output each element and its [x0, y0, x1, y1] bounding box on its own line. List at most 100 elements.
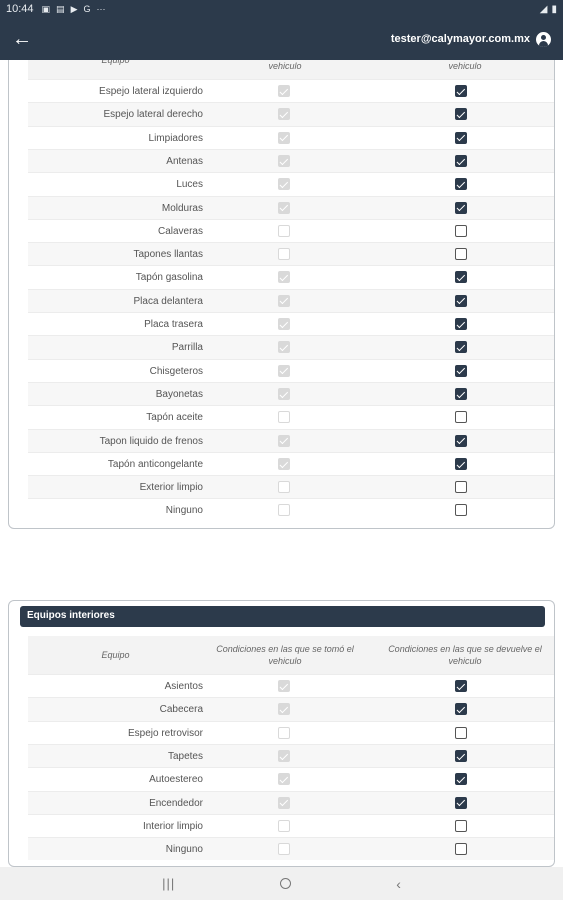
tomo-checkbox: [278, 248, 290, 261]
column-header-devuelve: Condiciones en las que se devuelve el ve…: [388, 644, 542, 666]
tomo-checkbox: [278, 843, 290, 856]
devuelve-checkbox[interactable]: [455, 481, 467, 494]
back-icon[interactable]: ‹: [396, 876, 401, 892]
table-row: Placa delantera: [28, 288, 554, 312]
table-row: Espejo lateral derecho: [28, 102, 554, 126]
tomo-checkbox: [278, 178, 290, 191]
table-row: Tapon liquido de frenos: [28, 428, 554, 452]
tomo-checkbox: [278, 481, 290, 494]
table-row: Bayonetas: [28, 381, 554, 406]
tomo-checkbox: [278, 726, 290, 739]
devuelve-checkbox[interactable]: [455, 108, 467, 121]
devuelve-checkbox[interactable]: [455, 201, 467, 214]
devuelve-checkbox[interactable]: [455, 726, 467, 739]
equipo-label: Parrilla: [171, 342, 203, 354]
user-account[interactable]: tester@calymayor.com.mx: [390, 31, 551, 47]
equipo-label: Tapones llantas: [133, 249, 204, 261]
column-header-tomo: Condiciones en las que se tomó el vehicu…: [268, 61, 302, 71]
tomo-checkbox: [278, 341, 290, 354]
equipo-label: Cabecera: [159, 704, 203, 716]
devuelve-checkbox[interactable]: [455, 504, 467, 517]
equipo-label: Antenas: [166, 155, 203, 167]
devuelve-checkbox[interactable]: [455, 773, 467, 786]
equipo-label: Exterior limpio: [139, 482, 203, 494]
devuelve-checkbox[interactable]: [455, 796, 467, 809]
table-row: Parrilla: [28, 335, 554, 359]
tomo-checkbox: [278, 819, 290, 832]
table-row: Interior limpio: [28, 813, 554, 837]
tomo-checkbox: [278, 504, 290, 517]
tomo-checkbox: [278, 364, 290, 377]
devuelve-checkbox[interactable]: [455, 294, 467, 307]
table-header: Equipo Condiciones en las que se tomó el …: [28, 636, 554, 674]
user-email: tester@calymayor.com.mx: [390, 33, 530, 45]
tomo-checkbox: [278, 201, 290, 214]
system-nav-bar: ||| ‹: [0, 867, 563, 900]
devuelve-checkbox[interactable]: [455, 843, 467, 856]
tomo-checkbox: [278, 411, 290, 424]
equipo-label: Tapón anticongelante: [107, 458, 203, 470]
tomo-checkbox: [278, 271, 290, 284]
tomo-checkbox: [278, 131, 290, 144]
devuelve-checkbox[interactable]: [455, 387, 467, 400]
arrow-left-icon[interactable]: ←: [12, 28, 36, 51]
tomo-checkbox: [278, 318, 290, 330]
devuelve-checkbox[interactable]: [455, 364, 467, 377]
equipo-label: Asientos: [164, 681, 203, 692]
battery-icon: ▮: [551, 3, 557, 15]
devuelve-checkbox[interactable]: [455, 318, 467, 330]
devuelve-checkbox[interactable]: [455, 819, 467, 832]
equipo-label: Placa trasera: [144, 319, 203, 330]
equipo-label: Calaveras: [157, 225, 203, 237]
devuelve-checkbox[interactable]: [455, 248, 467, 261]
notification-icon: ▤: [56, 3, 65, 14]
table-row: Chisgeteros: [28, 358, 554, 382]
column-header-tomo: Condiciones en las que se tomó el vehicu…: [216, 644, 354, 666]
devuelve-checkbox[interactable]: [455, 178, 467, 191]
devuelve-checkbox[interactable]: [455, 749, 467, 762]
devuelve-checkbox[interactable]: [455, 703, 467, 716]
equipo-label: Molduras: [161, 202, 203, 214]
table-row: Encendedor: [28, 790, 554, 814]
play-icon: ▶: [70, 3, 78, 14]
table-row: Antenas: [28, 148, 554, 173]
devuelve-checkbox[interactable]: [455, 434, 467, 447]
table-row: Ninguno: [28, 837, 554, 861]
devuelve-checkbox[interactable]: [455, 680, 467, 692]
table-row: Espejo lateral izquierdo: [28, 79, 554, 102]
home-icon[interactable]: [280, 878, 292, 889]
devuelve-checkbox[interactable]: [455, 271, 467, 284]
equipo-label: Tapón aceite: [146, 412, 203, 424]
devuelve-checkbox[interactable]: [455, 85, 467, 97]
equipo-label: Luces: [176, 179, 203, 191]
equipo-label: Encendedor: [149, 797, 203, 809]
recent-apps-icon[interactable]: |||: [162, 876, 175, 891]
account-circle-icon[interactable]: [536, 31, 551, 47]
equipo-label: Autoestereo: [149, 774, 203, 786]
devuelve-checkbox[interactable]: [455, 457, 467, 470]
table-row: Cabecera: [28, 697, 554, 721]
tomo-checkbox: [278, 387, 290, 400]
devuelve-checkbox[interactable]: [455, 341, 467, 354]
table-row: Tapones llantas: [28, 242, 554, 266]
equipo-label: Chisgeteros: [149, 365, 203, 377]
status-bar: 10:44 ▣ ▤ ▶ G ··· ◢ ▮: [0, 0, 563, 18]
table-row: Autoestereo: [28, 767, 554, 790]
devuelve-checkbox[interactable]: [455, 131, 467, 144]
section-card: Equipos exterioresEquipoCondiciones en l…: [8, 60, 555, 529]
tomo-checkbox: [278, 703, 290, 716]
table-row: Limpiadores: [28, 125, 554, 149]
table-row: Tapón anticongelante: [28, 451, 554, 475]
devuelve-checkbox[interactable]: [455, 411, 467, 424]
table-row: Exterior limpio: [28, 475, 554, 499]
tomo-checkbox: [278, 796, 290, 809]
equipo-label: Ninguno: [165, 844, 203, 856]
tomo-checkbox: [278, 434, 290, 447]
table-row: Tapón gasolina: [28, 265, 554, 288]
devuelve-checkbox[interactable]: [455, 224, 467, 237]
main-content[interactable]: Equipos exterioresEquipoCondiciones en l…: [0, 60, 563, 867]
devuelve-checkbox[interactable]: [455, 154, 467, 167]
column-header-equipo: Equipo: [101, 60, 130, 65]
section-card: Equipos interiores Equipo Condiciones en l…: [8, 600, 555, 867]
equipo-label: Tapon liquido de frenos: [99, 435, 203, 447]
